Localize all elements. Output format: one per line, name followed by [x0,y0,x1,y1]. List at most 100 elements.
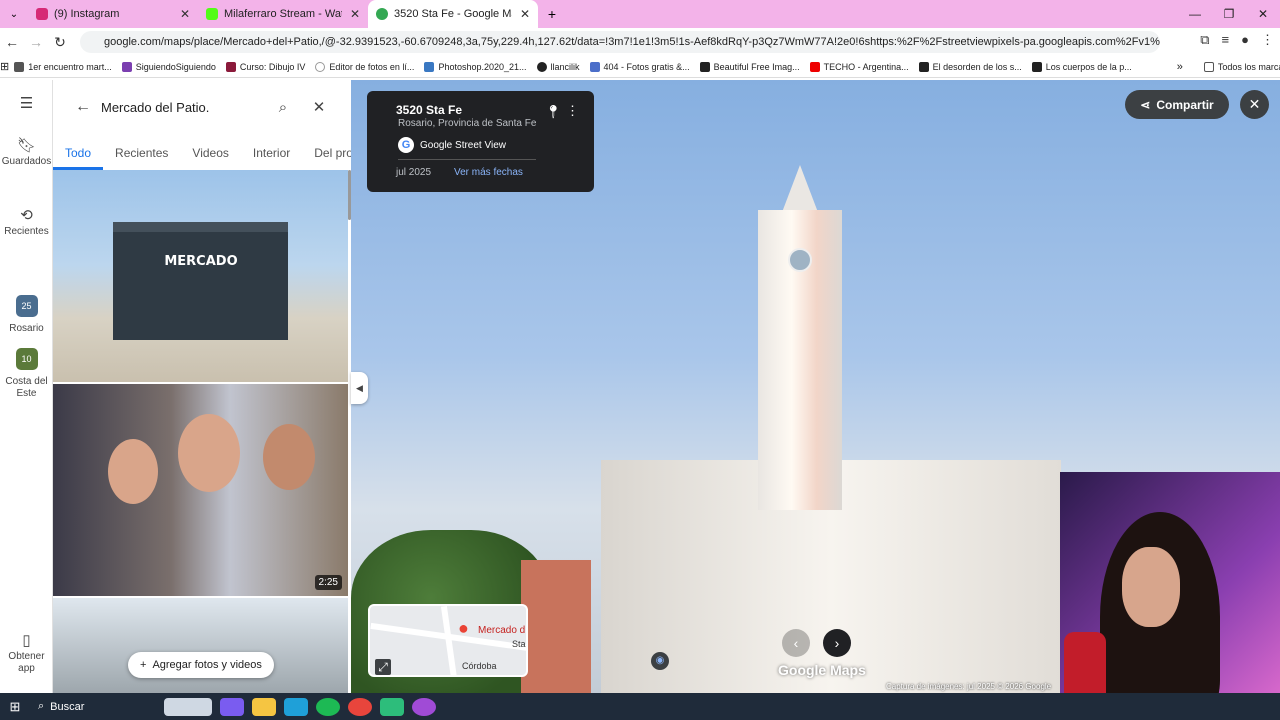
bookmark[interactable]: Curso: Dibujo IV [221,61,311,72]
pin-icon[interactable]: 📍︎ [545,104,562,120]
next-arrow[interactable]: › [823,629,851,657]
close-tab-icon[interactable]: ✕ [520,7,530,21]
recent-place-rosario[interactable]: 25 Rosario [0,295,53,335]
pegman-icon[interactable]: ◉ [651,652,669,670]
back-icon[interactable]: ← [0,34,24,50]
tab-title: Milaferraro Stream - Watch Liv [224,8,342,20]
bookmark-label: Los cuerpos de la p... [1045,61,1132,72]
tab-search-icon[interactable]: ⌄ [0,9,28,20]
bookmark[interactable]: TECHO - Argentina... [805,61,914,72]
menu-button[interactable]: ☰ [0,96,53,114]
bookmark[interactable]: Los cuerpos de la p... [1027,61,1137,72]
restore-icon[interactable]: ❐ [1212,0,1246,28]
bookmark[interactable]: Photoshop.2020_21... [419,61,531,72]
search-icon[interactable]: ⌕ [265,99,301,116]
expand-icon[interactable]: ⤢ [375,659,391,675]
add-photos-label: Agregar fotos y videos [152,659,262,671]
url-field[interactable]: google.com/maps/place/Mercado+del+Patio,… [80,31,1160,53]
bookmark[interactable]: 404 - Fotos gratis &... [585,61,695,72]
building-background [521,560,591,693]
get-app-button[interactable]: ▯ Obtener app [0,632,53,675]
taskbar: ⊞ ⌕ Buscar [0,693,1280,720]
more-dates-link[interactable]: Ver más fechas [454,167,523,178]
close-tab-icon[interactable]: ✕ [350,7,360,21]
bookmark[interactable]: SiguiendoSiguiendo [117,61,221,72]
widget-icon[interactable] [164,697,212,716]
add-photos-button[interactable]: + Agregar fotos y videos [128,652,274,678]
copilot-icon[interactable] [220,697,244,716]
bookmark[interactable]: Editor de fotos en lí... [310,61,419,72]
person [178,414,240,492]
location-pin-icon: ● [458,618,469,638]
close-tab-icon[interactable]: ✕ [180,7,190,21]
photo-mercado-roof[interactable] [53,598,348,693]
tab-videos[interactable]: Videos [180,140,240,170]
saved-button[interactable]: 🔖︎ Guardados [0,138,53,168]
minimize-icon[interactable]: — [1178,0,1212,28]
google-icon: G [398,137,414,153]
collapse-panel-button[interactable]: ◀ [351,372,368,404]
capture-attribution: Captura de imágenes: jul 2025 © 2026 Goo… [886,682,1052,691]
recent-button[interactable]: ⟲ Recientes [0,208,53,238]
close-streetview-button[interactable]: ✕ [1240,90,1269,119]
media-icon[interactable]: ≡ [1222,32,1230,48]
tab-recientes[interactable]: Recientes [103,140,180,170]
divider [398,159,536,160]
photo-categories: Todo Recientes Videos Interior Del propi [53,140,351,170]
tab-interior[interactable]: Interior [241,140,302,170]
file-explorer-icon[interactable] [252,697,276,716]
bookmark[interactable]: llancilik [532,61,585,72]
tab-google-maps[interactable]: 3520 Sta Fe - Google Maps ✕ [368,0,538,28]
bookmark[interactable]: Beautiful Free Imag... [695,61,805,72]
photo-mercado-exterior[interactable]: MERCADO [53,170,348,382]
more-bookmarks-icon[interactable]: » [1177,61,1183,73]
spotify-icon[interactable] [316,697,340,716]
forward-icon[interactable]: → [24,34,48,50]
bookmark-label: Beautiful Free Imag... [713,61,800,72]
street-label: Sta [512,639,526,649]
tab-kick[interactable]: Milaferraro Stream - Watch Liv ✕ [198,0,368,28]
phone-icon: ▯ [22,632,31,649]
source-label: Google Street View [420,139,506,151]
bookmark[interactable]: 1er encuentro mart... [9,61,117,72]
search-input[interactable]: Mercado del Patio. [101,100,265,115]
address-title: 3520 Sta Fe [396,103,463,117]
tab-todo[interactable]: Todo [53,140,104,170]
share-button[interactable]: ⋖ Compartir [1125,90,1229,119]
window-close-icon[interactable]: ✕ [1246,0,1280,28]
place-thumbnail: 25 [15,295,38,317]
reload-icon[interactable]: ↻ [48,34,72,51]
share-icon: ⋖ [1140,97,1151,112]
capture-date: jul 2025 [396,167,432,178]
recent-place-costa[interactable]: 10 Costa del Este [0,348,53,400]
back-arrow-icon[interactable]: ← [65,98,101,116]
menu-icon[interactable]: ⋮ [1261,32,1274,48]
windows-start-icon[interactable]: ⊞ [0,699,30,715]
streamer-face [1122,547,1180,627]
taskbar-search[interactable]: ⌕ Buscar [30,700,160,713]
profile-icon[interactable]: ● [1241,32,1249,48]
chrome-icon[interactable] [348,697,372,716]
bookmark[interactable]: El desorden de los s... [914,61,1027,72]
close-icon[interactable]: ✕ [301,98,337,116]
video-people[interactable]: 2:25 [53,384,348,596]
taskbar-search-label: Buscar [50,700,85,713]
app-icon[interactable] [380,697,404,716]
apps-icon[interactable]: ⊞ [0,60,9,73]
bookmarks-bar: ⊞ 1er encuentro mart... SiguiendoSiguien… [0,56,1280,78]
search-box[interactable]: ← Mercado del Patio. ⌕ ✕ [65,90,337,124]
google-maps-logo: Google Maps [778,662,866,678]
tab-del-propietario[interactable]: Del propi [302,140,351,170]
previous-arrow[interactable]: ‹ [782,629,810,657]
place-label: Costa del Este [5,376,48,399]
tab-instagram[interactable]: (9) Instagram ✕ [28,0,198,28]
all-bookmarks[interactable]: Todos los marcadores [1199,61,1280,72]
extensions-icon[interactable]: ⧉ [1200,32,1209,48]
more-options-icon[interactable]: ⋮ [566,103,579,119]
new-tab-icon[interactable]: + [538,6,566,22]
edge-icon[interactable] [284,697,308,716]
minimap[interactable]: ● Mercado d Sta Córdoba ⤢ [368,604,528,677]
road [440,606,458,675]
obs-icon[interactable] [412,697,436,716]
bookmark-label: llancilik [550,61,580,72]
